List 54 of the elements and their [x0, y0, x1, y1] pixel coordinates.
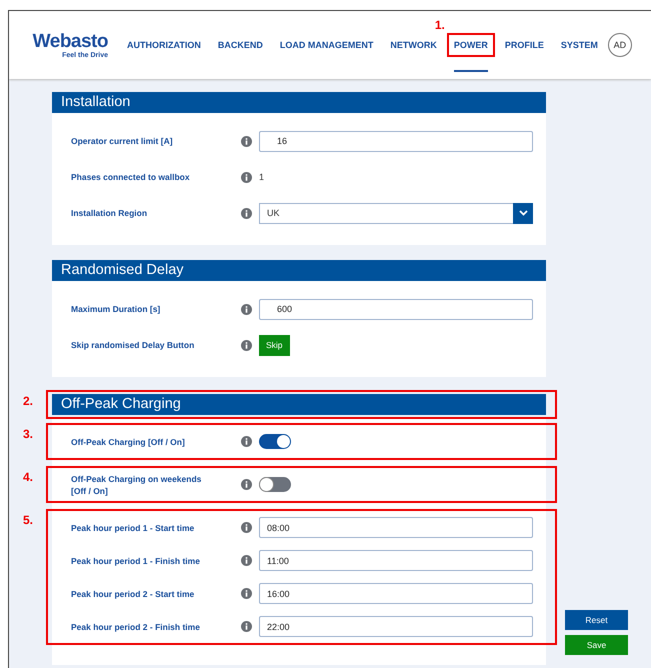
- annotation-number: 1.: [434, 18, 445, 32]
- user-avatar[interactable]: AD: [608, 33, 632, 57]
- section-header: Off-Peak Charging: [52, 394, 546, 415]
- chevron-down-icon: [518, 210, 528, 216]
- field-label: Peak hour period 1 - Start time: [71, 522, 196, 534]
- info-icon[interactable]: [241, 479, 252, 490]
- field-label: Off-Peak Charging [Off / On]: [71, 436, 186, 448]
- info-icon[interactable]: [241, 340, 252, 350]
- annotation-number: 3.: [23, 427, 34, 441]
- input-field[interactable]: 16: [259, 130, 533, 152]
- nav-tab[interactable]: SYSTEM: [556, 34, 603, 56]
- reset-button[interactable]: Reset: [565, 610, 628, 630]
- input-field[interactable]: 600: [259, 298, 533, 320]
- info-icon[interactable]: [241, 588, 252, 599]
- field-label: Phases connected to wallbox: [71, 171, 191, 183]
- field-label: Installation Region: [71, 207, 148, 219]
- field-value: 1: [259, 172, 264, 182]
- field-label: Skip randomised Delay Button: [71, 339, 196, 351]
- save-button[interactable]: Save: [565, 635, 628, 655]
- nav-tab[interactable]: BACKEND: [212, 34, 268, 56]
- nav-tab[interactable]: POWER: [448, 34, 493, 56]
- annotation-number: 2.: [23, 394, 34, 408]
- info-icon[interactable]: [241, 436, 252, 447]
- input-field[interactable]: 11:00: [259, 550, 533, 571]
- info-icon[interactable]: [241, 208, 252, 218]
- input-field[interactable]: 16:00: [259, 583, 533, 604]
- nav-tab[interactable]: NETWORK: [385, 34, 442, 56]
- info-icon[interactable]: [241, 621, 252, 632]
- region-dropdown[interactable]: UK: [259, 202, 533, 224]
- annotation-number: 5.: [23, 513, 34, 527]
- annotation-number: 4.: [23, 470, 34, 484]
- field-label: Maximum Duration [s]: [71, 303, 162, 315]
- field-label: Peak hour period 2 - Finish time: [71, 620, 201, 632]
- info-icon[interactable]: [241, 522, 252, 533]
- skip-button[interactable]: Skip: [259, 334, 290, 356]
- annotation-box: [446, 33, 495, 57]
- section-header: Installation: [52, 92, 546, 113]
- info-icon[interactable]: [241, 555, 252, 566]
- input-field[interactable]: 08:00: [259, 517, 533, 538]
- info-icon[interactable]: [241, 172, 252, 182]
- field-label: Operator current limit [A]: [71, 135, 174, 147]
- info-icon[interactable]: [241, 304, 252, 314]
- info-icon[interactable]: [241, 136, 252, 146]
- nav-tab[interactable]: PROFILE: [500, 34, 549, 56]
- section-header: Randomised Delay: [52, 260, 546, 281]
- logo-wordmark: Webasto: [32, 32, 108, 52]
- toggle-switch[interactable]: [259, 477, 291, 492]
- nav-tab[interactable]: LOAD MANAGEMENT: [274, 34, 378, 56]
- field-label: Peak hour period 2 - Start time: [71, 588, 196, 600]
- input-field[interactable]: 22:00: [259, 616, 533, 637]
- field-label: Peak hour period 1 - Finish time: [71, 554, 201, 566]
- toggle-switch[interactable]: [259, 434, 291, 449]
- nav-tab[interactable]: AUTHORIZATION: [122, 34, 206, 56]
- field-label: Off-Peak Charging on weekends [Off / On]: [71, 472, 202, 496]
